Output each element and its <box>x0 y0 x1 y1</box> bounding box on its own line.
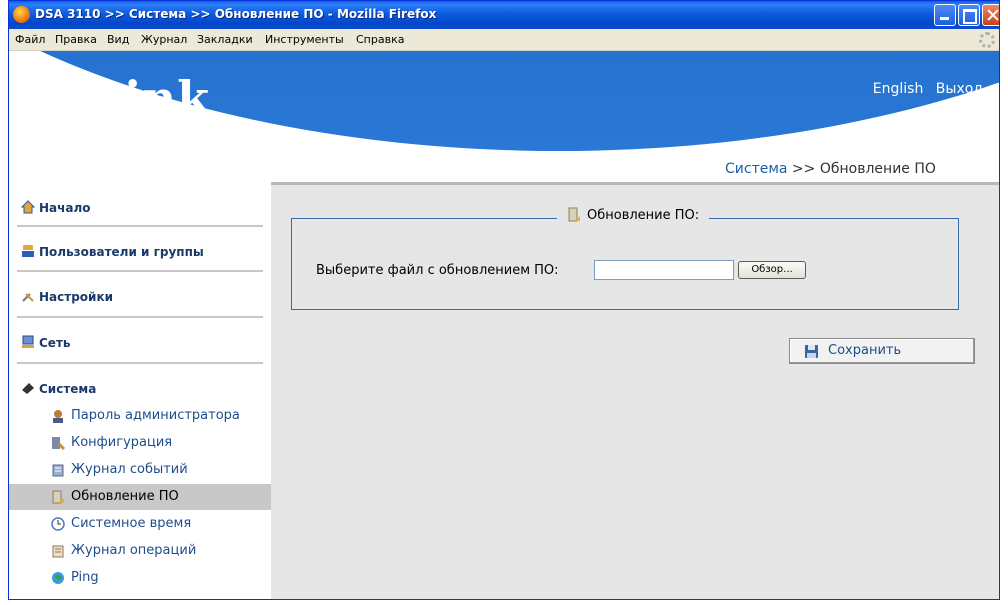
logo-tagline: Building Networks for People <box>25 133 165 144</box>
sidebar-item-label: Ping <box>71 570 99 585</box>
title-bar: DSA 3110 >> Система >> Обновление ПО - M… <box>9 1 999 29</box>
minimize-button[interactable] <box>934 4 956 26</box>
main-content: Обновление ПО: Выберите файл с обновлени… <box>271 182 999 599</box>
sidebar-item-system[interactable]: Система <box>21 381 261 396</box>
sidebar-item-label: Системное время <box>71 516 192 531</box>
browser-window: DSA 3110 >> Система >> Обновление ПО - M… <box>8 0 1000 600</box>
breadcrumb-system-link[interactable]: Система <box>725 161 787 177</box>
sidebar-item-label: Пароль администратора <box>71 408 240 423</box>
firmware-file-input[interactable] <box>594 260 734 280</box>
sidebar-item-ping[interactable]: Ping <box>9 565 271 591</box>
ping-icon <box>52 572 64 584</box>
sidebar-item-label: Журнал операций <box>71 543 197 558</box>
sidebar-item-label: Начало <box>39 201 91 215</box>
save-button-label: Сохранить <box>828 343 902 358</box>
breadcrumb-current: Обновление ПО <box>819 161 936 177</box>
breadcrumb-separator: >> <box>787 161 820 177</box>
sidebar-item-label: Конфигурация <box>71 435 173 450</box>
firmware-update-icon <box>52 490 64 504</box>
menu-history[interactable]: Журнал <box>141 33 187 46</box>
menu-tools[interactable]: Инструменты <box>265 33 344 46</box>
save-button[interactable]: Сохранить <box>789 338 975 364</box>
window-title: DSA 3110 >> Система >> Обновление ПО - M… <box>35 7 437 21</box>
menu-view[interactable]: Вид <box>107 33 129 46</box>
network-icon <box>22 335 34 348</box>
sidebar-item-label: Журнал событий <box>71 462 188 477</box>
breadcrumb: Система >> Обновление ПО <box>725 161 936 177</box>
divider <box>17 270 263 272</box>
sidebar-item-system-time[interactable]: Системное время <box>9 511 271 537</box>
sidebar-item-label: Сеть <box>39 336 71 350</box>
sidebar-nav: Начало Пользователи и группы Настройки С… <box>9 182 271 599</box>
page-header: D-Link Building Networks for People Engl… <box>9 51 999 182</box>
divider <box>17 225 263 227</box>
menu-help[interactable]: Справка <box>356 33 404 46</box>
close-button[interactable] <box>982 4 999 26</box>
browse-button[interactable]: Обзор... <box>738 261 806 279</box>
operations-log-icon <box>52 545 64 558</box>
menu-bookmarks[interactable]: Закладки <box>197 33 253 46</box>
clock-icon <box>51 517 65 531</box>
throbber-icon <box>979 32 995 48</box>
sidebar-item-users-groups[interactable]: Пользователи и группы <box>21 244 261 259</box>
admin-user-icon <box>53 410 63 423</box>
sidebar-item-label: Настройки <box>39 290 114 304</box>
dlink-logo: D-Link <box>29 71 210 125</box>
header-links: English Выход <box>865 81 983 97</box>
sidebar-item-home[interactable]: Начало <box>21 200 261 215</box>
users-icon <box>22 245 34 257</box>
file-field-label: Выберите файл с обновлением ПО: <box>316 263 559 278</box>
sidebar-item-label: Система <box>39 382 97 396</box>
legend-text: Обновление ПО: <box>587 208 700 223</box>
divider <box>17 362 263 364</box>
sidebar-item-firmware-update[interactable]: Обновление ПО <box>9 484 271 510</box>
floppy-disk-icon <box>805 345 818 358</box>
menu-file[interactable]: Файл <box>15 33 45 46</box>
event-log-icon <box>52 464 64 477</box>
divider <box>17 316 263 318</box>
logout-link[interactable]: Выход <box>936 81 983 97</box>
sidebar-item-settings[interactable]: Настройки <box>21 289 261 304</box>
tools-icon <box>22 293 34 302</box>
sidebar-item-operations-log[interactable]: Журнал операций <box>9 538 271 564</box>
firmware-update-icon <box>568 207 580 222</box>
english-link[interactable]: English <box>873 81 924 97</box>
menu-bar: Файл Правка Вид Журнал Закладки Инструме… <box>9 29 999 51</box>
fieldset-legend: Обновление ПО: <box>557 207 710 223</box>
home-icon <box>21 200 35 214</box>
sidebar-item-event-log[interactable]: Журнал событий <box>9 457 271 483</box>
sidebar-item-network[interactable]: Сеть <box>21 335 261 350</box>
firmware-update-fieldset: Обновление ПО: Выберите файл с обновлени… <box>291 207 959 310</box>
firefox-logo-icon <box>13 6 30 23</box>
menu-edit[interactable]: Правка <box>55 33 97 46</box>
sidebar-item-label: Пользователи и группы <box>39 245 204 259</box>
sidebar-item-configuration[interactable]: Конфигурация <box>9 430 271 456</box>
configuration-icon <box>52 437 65 450</box>
maximize-button[interactable] <box>958 4 980 26</box>
sidebar-item-admin-password[interactable]: Пароль администратора <box>9 403 271 429</box>
sidebar-item-label: Обновление ПО <box>71 489 179 504</box>
system-icon <box>22 383 34 394</box>
